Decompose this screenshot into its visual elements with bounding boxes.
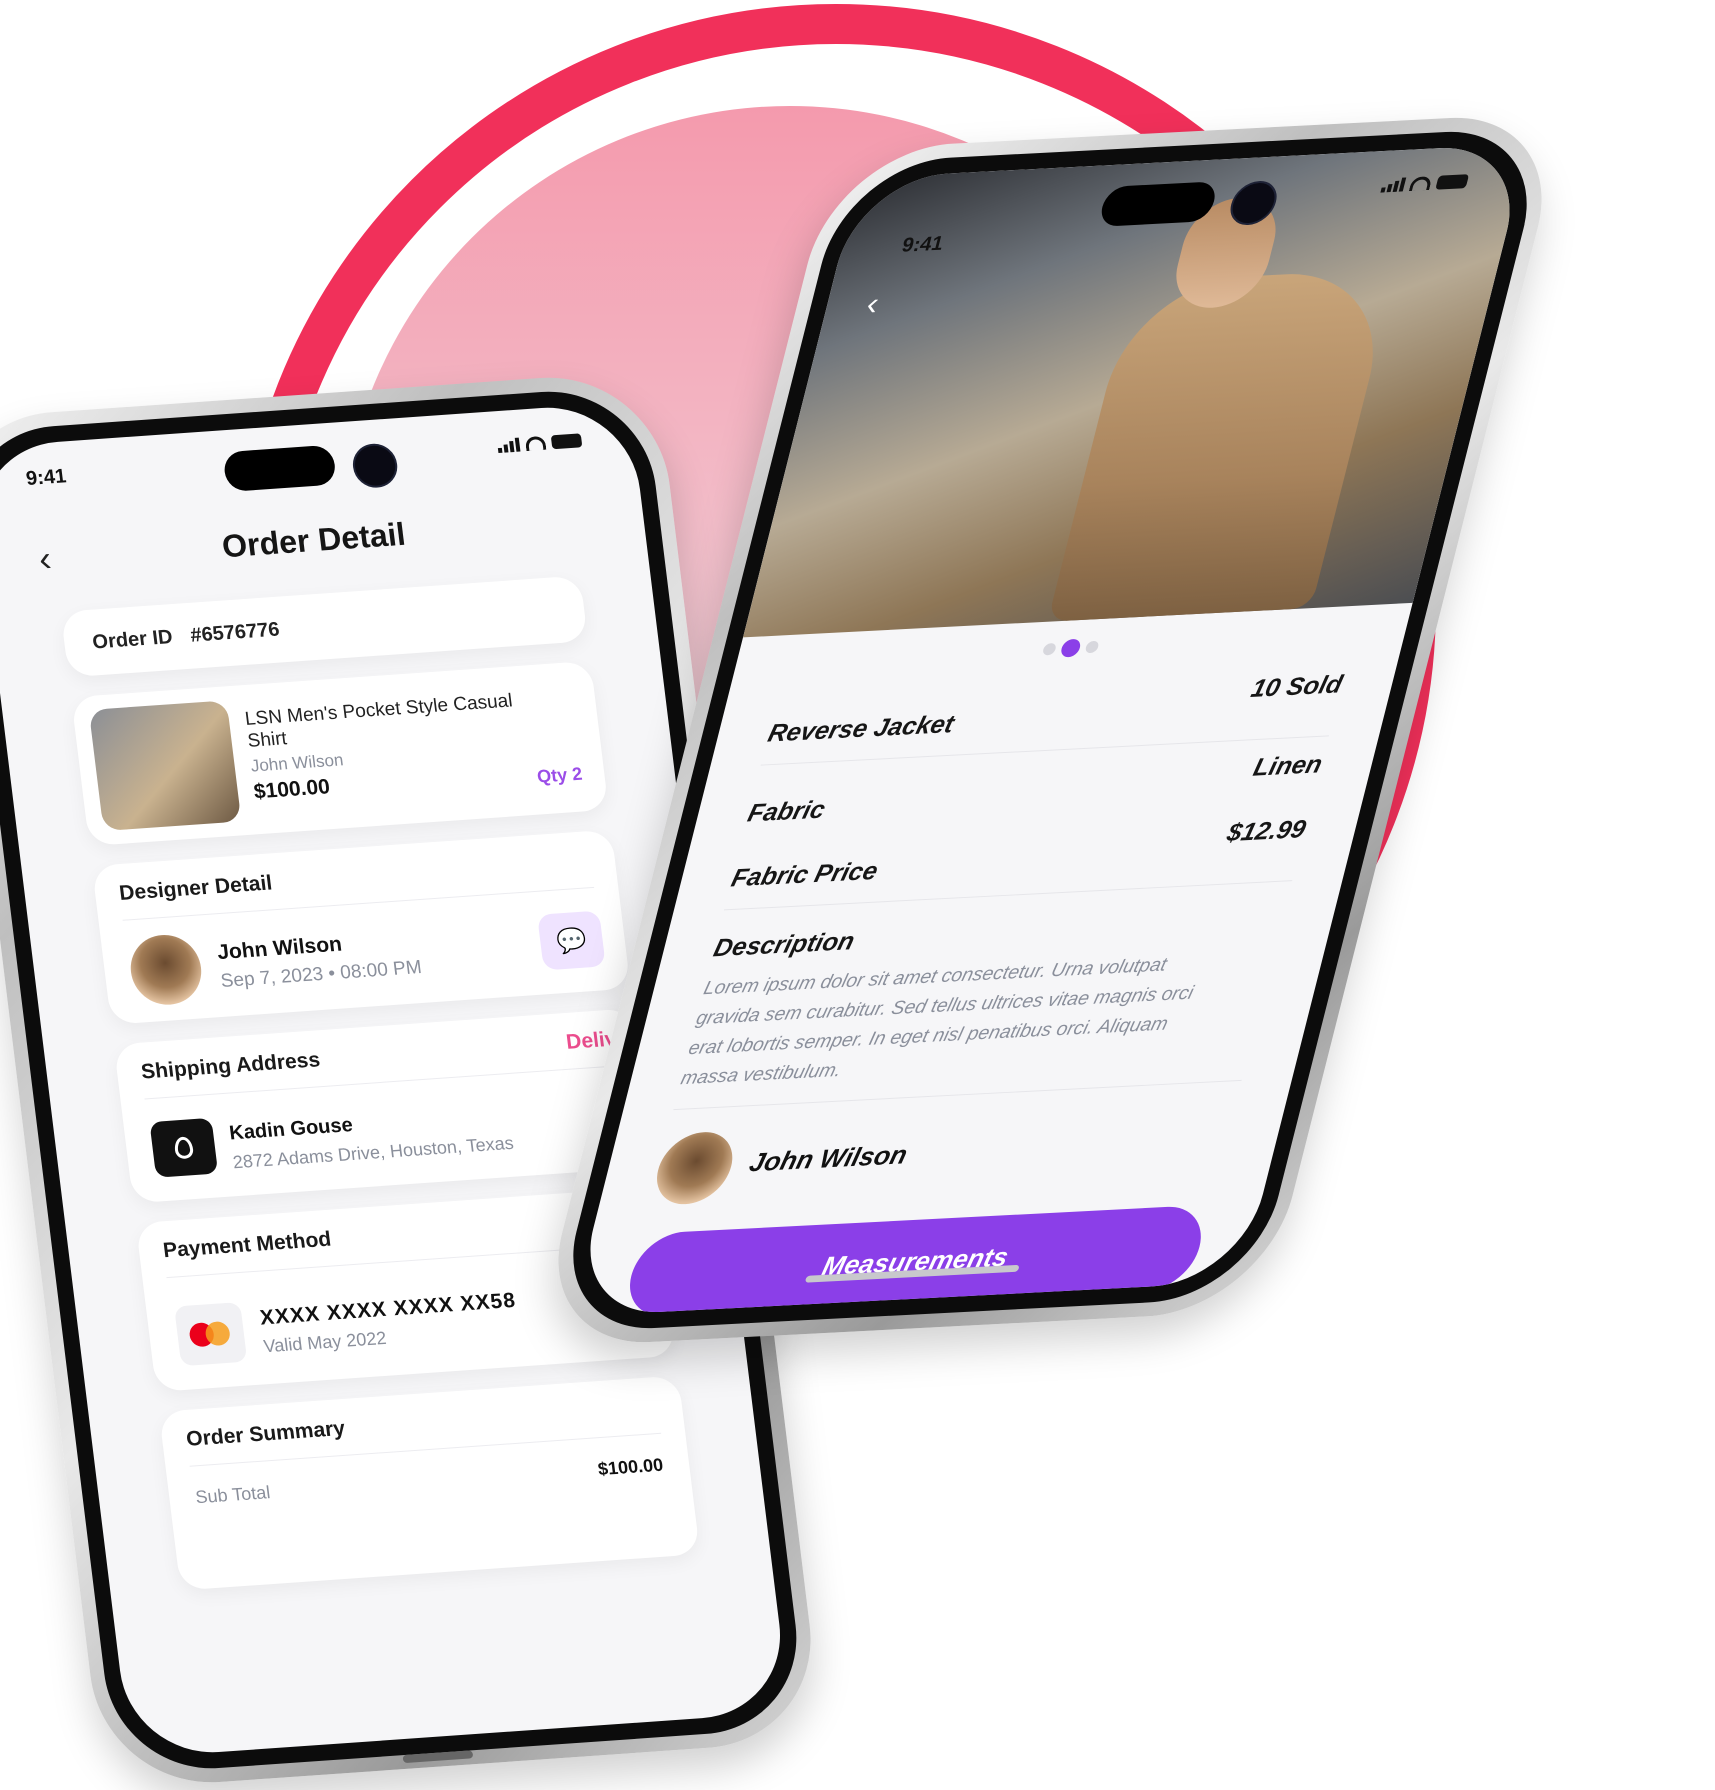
carousel-dot[interactable] [1084,640,1100,654]
product-price: $100.00 [252,775,332,804]
summary-title: Order Summary [184,1416,347,1451]
subtotal-label: Sub Total [194,1482,272,1508]
payment-title: Payment Method [161,1227,333,1263]
avatar [126,932,206,1008]
carousel-dot-active[interactable] [1059,638,1083,658]
battery-icon [550,433,583,450]
location-pin-button [149,1117,219,1178]
status-time: 9:41 [24,465,68,490]
designer-name: John Wilson [215,932,344,965]
page-title: Order Detail [220,515,408,565]
subtotal-value: $100.00 [596,1454,665,1480]
status-icons [497,433,583,454]
recipient-name: Kadin Gouse [228,1114,354,1145]
fabric-price-value: $12.99 [1224,815,1309,848]
dynamic-island [222,444,338,493]
product-qty: Qty 2 [535,763,584,787]
signal-icon [1380,177,1407,193]
designer-name: John Wilson [746,1139,911,1178]
wifi-icon [524,435,547,452]
description-text: Lorem ipsum dolor sit amet consectetur. … [678,954,1196,1090]
shipping-title: Shipping Address [139,1048,322,1084]
designer-detail-title: Designer Detail [117,871,274,905]
carousel-dot[interactable] [1041,642,1058,656]
chat-button[interactable]: 💬 [537,910,606,971]
avatar [649,1130,741,1207]
card-valid: Valid May 2022 [262,1327,388,1357]
product-card[interactable]: LSN Men's Pocket Style Casual Shirt John… [71,660,609,847]
fabric-label: Fabric [744,795,829,828]
fabric-value: Linen [1250,750,1326,782]
order-id-label: Order ID [91,625,174,654]
battery-icon [1435,174,1470,190]
product-name: LSN Men's Pocket Style Casual Shirt [243,690,514,752]
designer-detail-card: Designer Detail John Wilson Sep 7, 2023 … [91,829,631,1025]
product-name: Reverse Jacket [765,710,957,748]
product-image [88,700,242,832]
shipping-address-card: Shipping Address Delivered Kadin Gouse 2… [113,1008,653,1204]
location-pin-icon [173,1136,195,1160]
camera-icon [350,442,400,490]
order-summary-card: Order Summary Sub Total $100.00 [158,1375,701,1591]
order-id-value: #6576776 [189,618,281,647]
status-time: 9:41 [899,232,946,257]
fabric-price-label: Fabric Price [728,856,881,893]
wifi-icon [1408,176,1433,192]
signal-icon [497,437,521,454]
product-designer: John Wilson [249,750,345,776]
card-number: XXXX XXXX XXXX XX58 [258,1288,518,1330]
description-title: Description [710,927,858,963]
sold-count: 10 Sold [1248,670,1346,704]
mastercard-icon [174,1302,248,1367]
order-id-card: Order ID #6576776 [60,575,589,678]
chat-bubble-icon: 💬 [554,926,588,955]
